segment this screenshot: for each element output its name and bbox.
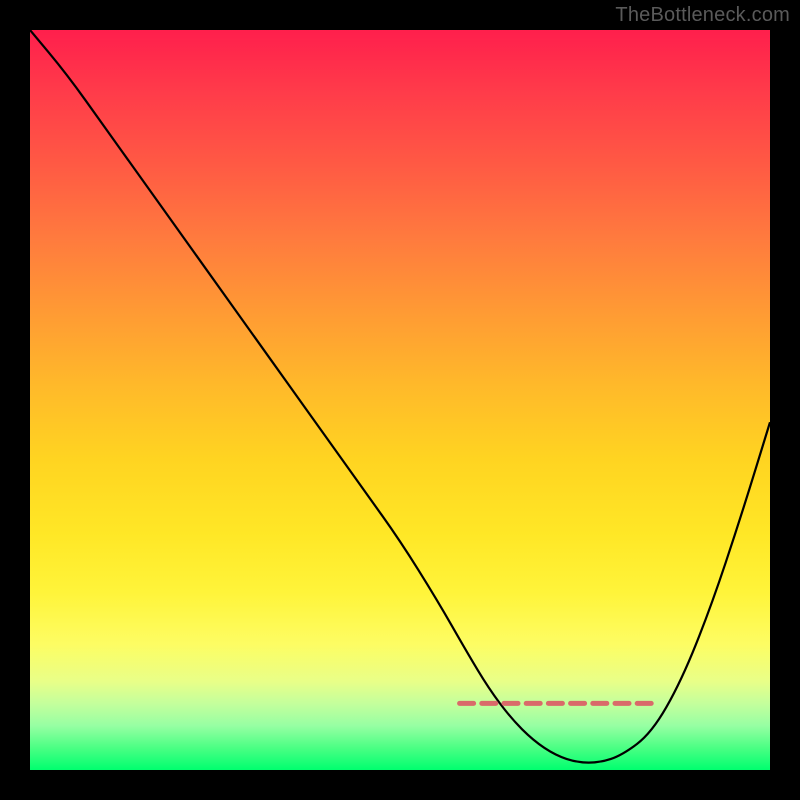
plot-area [30, 30, 770, 770]
chart-container: TheBottleneck.com [0, 0, 800, 800]
bottleneck-curve [30, 30, 770, 763]
curve-layer [30, 30, 770, 770]
watermark-text: TheBottleneck.com [615, 4, 790, 27]
